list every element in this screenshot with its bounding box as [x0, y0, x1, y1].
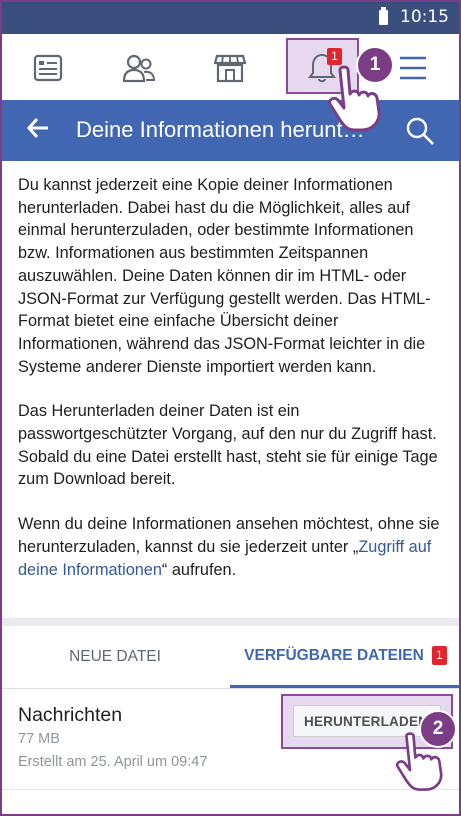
- notification-count-badge: 1: [327, 48, 342, 65]
- search-icon[interactable]: [405, 116, 435, 151]
- tab-available-files-label: VERFÜGBARE DATEIEN: [244, 646, 424, 664]
- paragraph-access-end: “ aufrufen.: [161, 560, 237, 579]
- description-text: Du kannst jederzeit eine Kopie deiner In…: [18, 174, 443, 603]
- paragraph-security: Das Herunterladen deiner Daten ist ein p…: [18, 402, 438, 489]
- tab-new-file[interactable]: NEUE DATEI: [0, 626, 230, 688]
- status-time: 10:15: [400, 7, 449, 27]
- paragraph-access: Wenn du deine Informationen ansehen möch…: [18, 513, 443, 581]
- battery-icon: [379, 7, 388, 25]
- available-files-badge: 1: [431, 646, 447, 665]
- section-divider: [0, 618, 461, 626]
- marketplace-icon[interactable]: [208, 46, 252, 90]
- file-created-date: Erstellt am 25. April um 09:47: [18, 754, 208, 770]
- file-tabs: NEUE DATEI VERFÜGBARE DATEIEN 1: [0, 626, 461, 689]
- status-bar: 10:15: [0, 0, 461, 34]
- page-title: Deine Informationen herunt…: [76, 117, 365, 142]
- file-size: 77 MB: [18, 731, 60, 747]
- friends-icon[interactable]: [117, 46, 161, 90]
- back-arrow-icon[interactable]: [26, 116, 50, 145]
- tab-available-files[interactable]: VERFÜGBARE DATEIEN 1: [230, 626, 461, 688]
- step-2-marker: 2: [419, 710, 457, 748]
- paragraph-intro: Du kannst jederzeit eine Kopie deiner In…: [18, 176, 431, 376]
- step-1-marker: 1: [356, 46, 394, 84]
- file-name: Nachrichten: [18, 704, 123, 726]
- tab-new-file-label: NEUE DATEI: [69, 648, 161, 665]
- news-feed-icon[interactable]: [26, 46, 70, 90]
